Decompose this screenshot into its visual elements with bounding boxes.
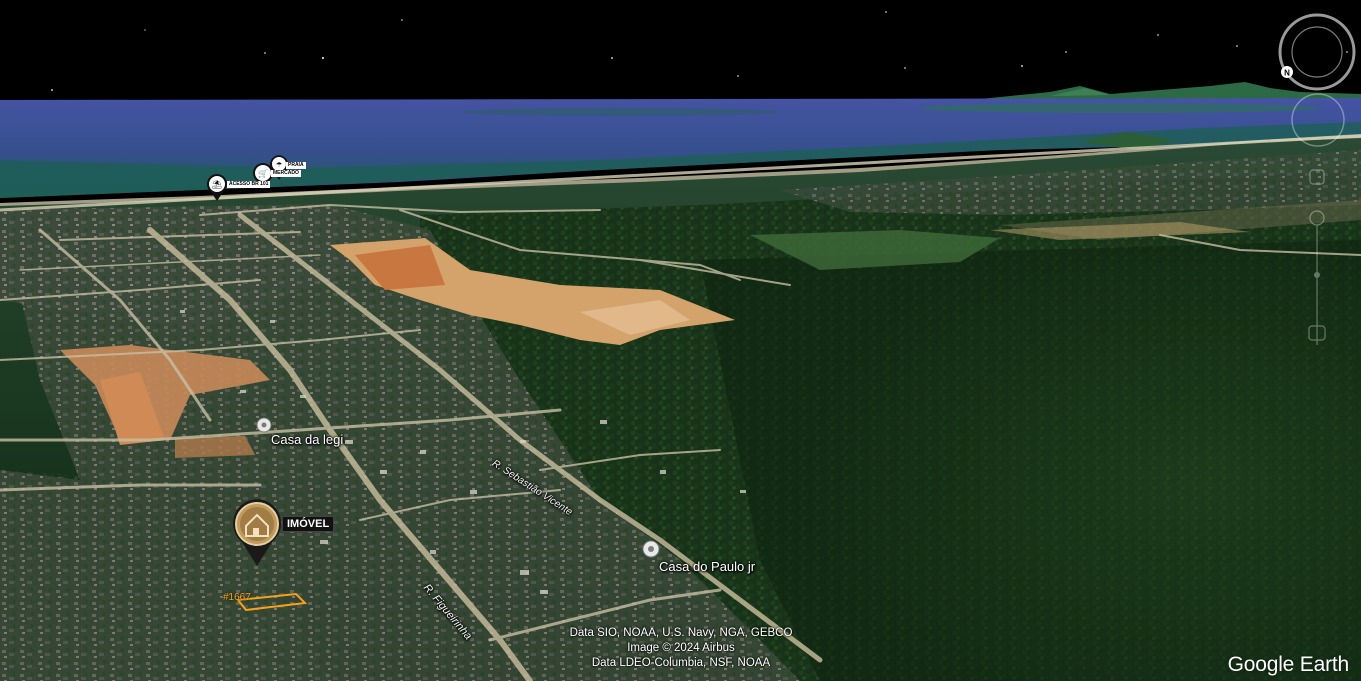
attribution-line-1: Data SIO, NOAA, U.S. Navy, NGA, GEBCO <box>569 627 793 639</box>
satellite-imagery[interactable]: N ⛱ 🛒 ☂ <box>0 0 1361 681</box>
svg-text:🛒: 🛒 <box>258 168 268 178</box>
poi-label-beach-access: ACESSO BR 101 <box>227 181 271 188</box>
poi-label-market: MERCADO <box>271 170 301 177</box>
place-label-casa-da-legi[interactable]: Casa da legi <box>271 432 343 447</box>
google-earth-logo: Google Earth <box>1227 653 1350 677</box>
property-label: IMÓVEL <box>282 516 335 532</box>
map-viewport[interactable]: N ⛱ 🛒 ☂ ACESSO BR 101 MERCADO PRAIA IMÓV… <box>0 0 1361 681</box>
place-pin-casa-da-legi[interactable] <box>256 417 272 433</box>
map-attribution: Data SIO, NOAA, U.S. Navy, NGA, GEBCO Im… <box>546 626 816 671</box>
north-indicator: N <box>1284 69 1290 78</box>
svg-text:☂: ☂ <box>276 161 282 169</box>
brand-google: Google <box>1227 653 1295 676</box>
place-pin-casa-do-paulo[interactable] <box>642 540 660 558</box>
parcel-id-label: #1667 <box>223 592 251 603</box>
attribution-line-2: Image © 2024 Airbus <box>627 642 735 654</box>
svg-text:⛱: ⛱ <box>212 179 222 189</box>
brand-earth: Earth <box>1299 653 1349 676</box>
poi-label-beach: PRAIA <box>286 162 306 169</box>
place-label-casa-do-paulo[interactable]: Casa do Paulo jr <box>659 559 755 574</box>
attribution-line-3: Data LDEO-Columbia, NSF, NOAA <box>591 657 771 669</box>
